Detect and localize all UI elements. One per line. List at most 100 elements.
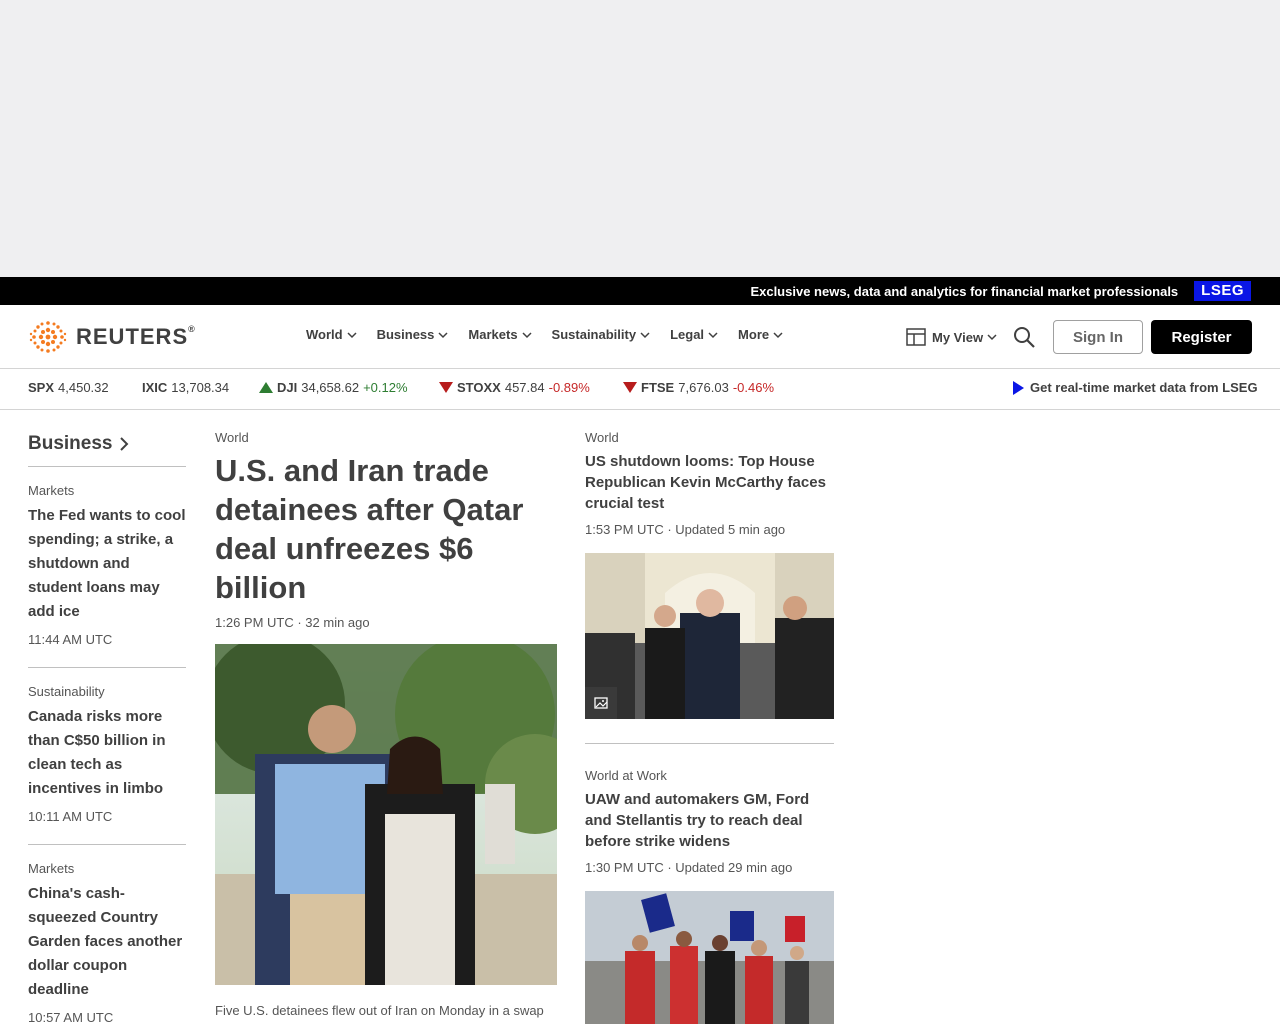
story-headline[interactable]: UAW and automakers GM, Ford and Stellant… [585, 789, 834, 852]
nav-item-sustainability[interactable]: Sustainability [552, 327, 651, 342]
story-kicker[interactable]: Sustainability [28, 684, 186, 699]
nav-label: Markets [468, 327, 518, 342]
logo-text: REUTERS® [76, 324, 196, 350]
section-heading-label: Business [28, 433, 113, 454]
photo-image [585, 553, 834, 719]
ticker-item[interactable]: IXIC 13,708.34 [142, 380, 229, 395]
ticker-symbol: IXIC [142, 380, 168, 395]
ticker-value: 7,676.03 [678, 380, 729, 395]
story-headline[interactable]: The Fed wants to cool spending; a strike… [28, 504, 186, 624]
story-timestamp: 1:26 PM UTC · 32 min ago [215, 615, 370, 630]
story-photo[interactable] [585, 553, 834, 719]
reuters-logo-icon [29, 321, 67, 353]
story-photo[interactable] [585, 891, 834, 1024]
ticker-change: +0.12% [363, 380, 408, 395]
story-card[interactable]: World US shutdown looms: Top House Repub… [585, 430, 834, 719]
nav-item-markets[interactable]: Markets [468, 327, 532, 342]
story-summary: Five U.S. detainees flew out of Iran on … [215, 1003, 550, 1024]
ticker-value: 34,658.62 [301, 380, 360, 395]
logo-wordmark: REUTERS [76, 324, 189, 349]
down-arrow-icon [439, 382, 453, 393]
ticker-symbol: SPX [28, 380, 55, 395]
chevron-right-icon [120, 437, 129, 451]
photo-image [585, 891, 834, 1024]
story-timestamp: 11:44 AM UTC [28, 632, 113, 647]
play-arrow-icon [1013, 380, 1024, 395]
chevron-down-icon [438, 331, 448, 338]
story-kicker[interactable]: World [215, 430, 557, 445]
nav-item-more[interactable]: More [738, 327, 783, 342]
ticker-symbol: DJI [277, 380, 298, 395]
advertisement-space [0, 0, 1280, 277]
story-timestamp: 10:11 AM UTC [28, 809, 113, 824]
chevron-down-icon [522, 331, 532, 338]
chevron-down-icon [987, 334, 997, 341]
nav-label: More [738, 327, 770, 342]
main-story-photo[interactable] [215, 644, 557, 985]
main-story: World U.S. and Iran trade detainees afte… [215, 430, 557, 1024]
ticker-item[interactable]: STOXX 457.84 -0.89% [439, 380, 590, 395]
image-icon [594, 697, 608, 709]
nav-label: Sustainability [551, 327, 637, 342]
register-button[interactable]: Register [1151, 320, 1252, 354]
chevron-down-icon [640, 331, 650, 338]
ticker-symbol: STOXX [457, 380, 501, 395]
right-column-stories: World US shutdown looms: Top House Repub… [585, 430, 834, 1024]
story-timestamp: 10:57 AM UTC [28, 1010, 114, 1024]
ticker-change: -0.89% [548, 380, 590, 395]
main-nav: World Business Markets Sustainability Le… [306, 327, 803, 342]
promo-bar[interactable]: Exclusive news, data and analytics for f… [0, 277, 1280, 305]
main-headline[interactable]: U.S. and Iran trade detainees after Qata… [215, 451, 557, 607]
promo-text[interactable]: Exclusive news, data and analytics for f… [750, 284, 1178, 299]
ticker-value: 4,450.32 [58, 380, 109, 395]
photo-image [215, 644, 557, 985]
up-arrow-icon [259, 382, 273, 393]
business-sidebar: Business Markets The Fed wants to cool s… [28, 430, 186, 1024]
nav-item-legal[interactable]: Legal [670, 327, 718, 342]
site-header: REUTERS® World Business Markets Sustaina… [0, 305, 1280, 369]
story-kicker[interactable]: Markets [28, 483, 186, 498]
list-item[interactable]: Sustainability Canada risks more than C$… [28, 668, 186, 845]
ticker-item[interactable]: FTSE 7,676.03 -0.46% [623, 380, 774, 395]
divider [585, 743, 834, 744]
story-timestamp: 1:30 PM UTC · Updated 29 min ago [585, 860, 793, 875]
chevron-down-icon [708, 331, 718, 338]
lseg-link-label: Get real-time market data from LSEG [1030, 380, 1258, 395]
story-kicker[interactable]: World at Work [585, 768, 834, 783]
market-ticker: SPX 4,450.32 IXIC 13,708.34 DJI 34,658.6… [0, 370, 1280, 410]
list-item[interactable]: Markets The Fed wants to cool spending; … [28, 467, 186, 668]
search-icon[interactable] [1012, 325, 1036, 349]
nav-item-world[interactable]: World [306, 327, 357, 342]
story-kicker[interactable]: World [585, 430, 834, 445]
ticker-symbol: FTSE [641, 380, 675, 395]
lseg-market-data-link[interactable]: Get real-time market data from LSEG [1013, 380, 1258, 395]
chevron-down-icon [347, 331, 357, 338]
reuters-logo[interactable]: REUTERS® [28, 319, 196, 355]
story-headline[interactable]: China's cash-squeezed Country Garden fac… [28, 882, 186, 1002]
story-headline[interactable]: Canada risks more than C$50 billion in c… [28, 705, 186, 801]
layout-icon [906, 328, 926, 346]
chevron-down-icon [773, 331, 783, 338]
list-item[interactable]: Markets China's cash-squeezed Country Ga… [28, 845, 186, 1024]
down-arrow-icon [623, 382, 637, 393]
ticker-value: 457.84 [504, 380, 545, 395]
story-headline[interactable]: US shutdown looms: Top House Republican … [585, 451, 834, 514]
logo-registered-mark: ® [188, 324, 196, 334]
ticker-item[interactable]: SPX 4,450.32 [28, 380, 109, 395]
story-timestamp: 1:53 PM UTC · Updated 5 min ago [585, 522, 786, 537]
ticker-item[interactable]: DJI 34,658.62 +0.12% [259, 380, 408, 395]
nav-item-business[interactable]: Business [377, 327, 449, 342]
gallery-icon[interactable] [585, 687, 617, 719]
my-view-label: My View [932, 329, 984, 345]
nav-label: Business [376, 327, 435, 342]
nav-label: Legal [670, 327, 705, 342]
sign-in-button[interactable]: Sign In [1053, 320, 1143, 354]
my-view-menu[interactable]: My View [906, 327, 1003, 347]
lseg-badge[interactable]: LSEG [1194, 281, 1251, 301]
ticker-change: -0.46% [732, 380, 775, 395]
story-card[interactable]: World at Work UAW and automakers GM, For… [585, 768, 834, 1024]
nav-label: World [306, 327, 343, 342]
story-kicker[interactable]: Markets [28, 861, 186, 876]
ticker-value: 13,708.34 [171, 380, 230, 395]
section-heading-business[interactable]: Business [28, 430, 186, 467]
